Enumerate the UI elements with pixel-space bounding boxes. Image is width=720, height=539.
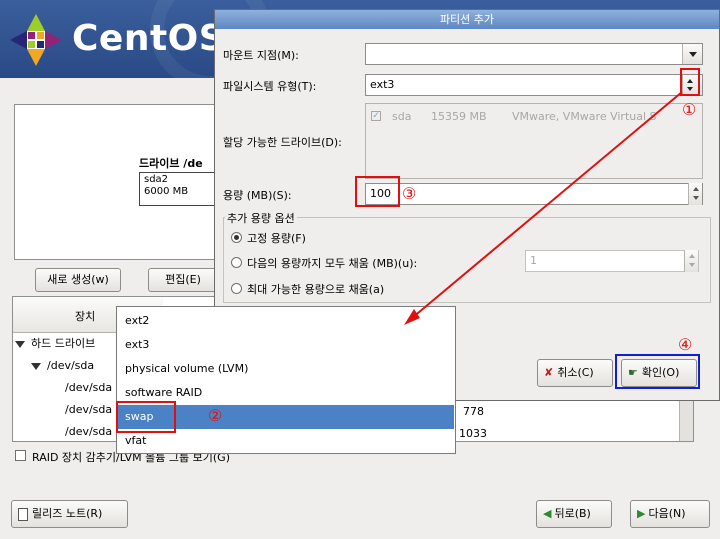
annotation-box-swap	[116, 401, 176, 433]
annotation-box-size	[355, 176, 400, 207]
annotation-box-ok	[615, 354, 700, 389]
annotation-arrow	[404, 91, 683, 325]
annotation-number-4: ④	[678, 335, 693, 354]
annotation-number-3: ③	[402, 184, 417, 203]
annotation-box-fs-arrow	[680, 68, 700, 96]
annotation-number-2: ②	[208, 406, 223, 425]
annotation-number-1: ①	[682, 100, 697, 119]
